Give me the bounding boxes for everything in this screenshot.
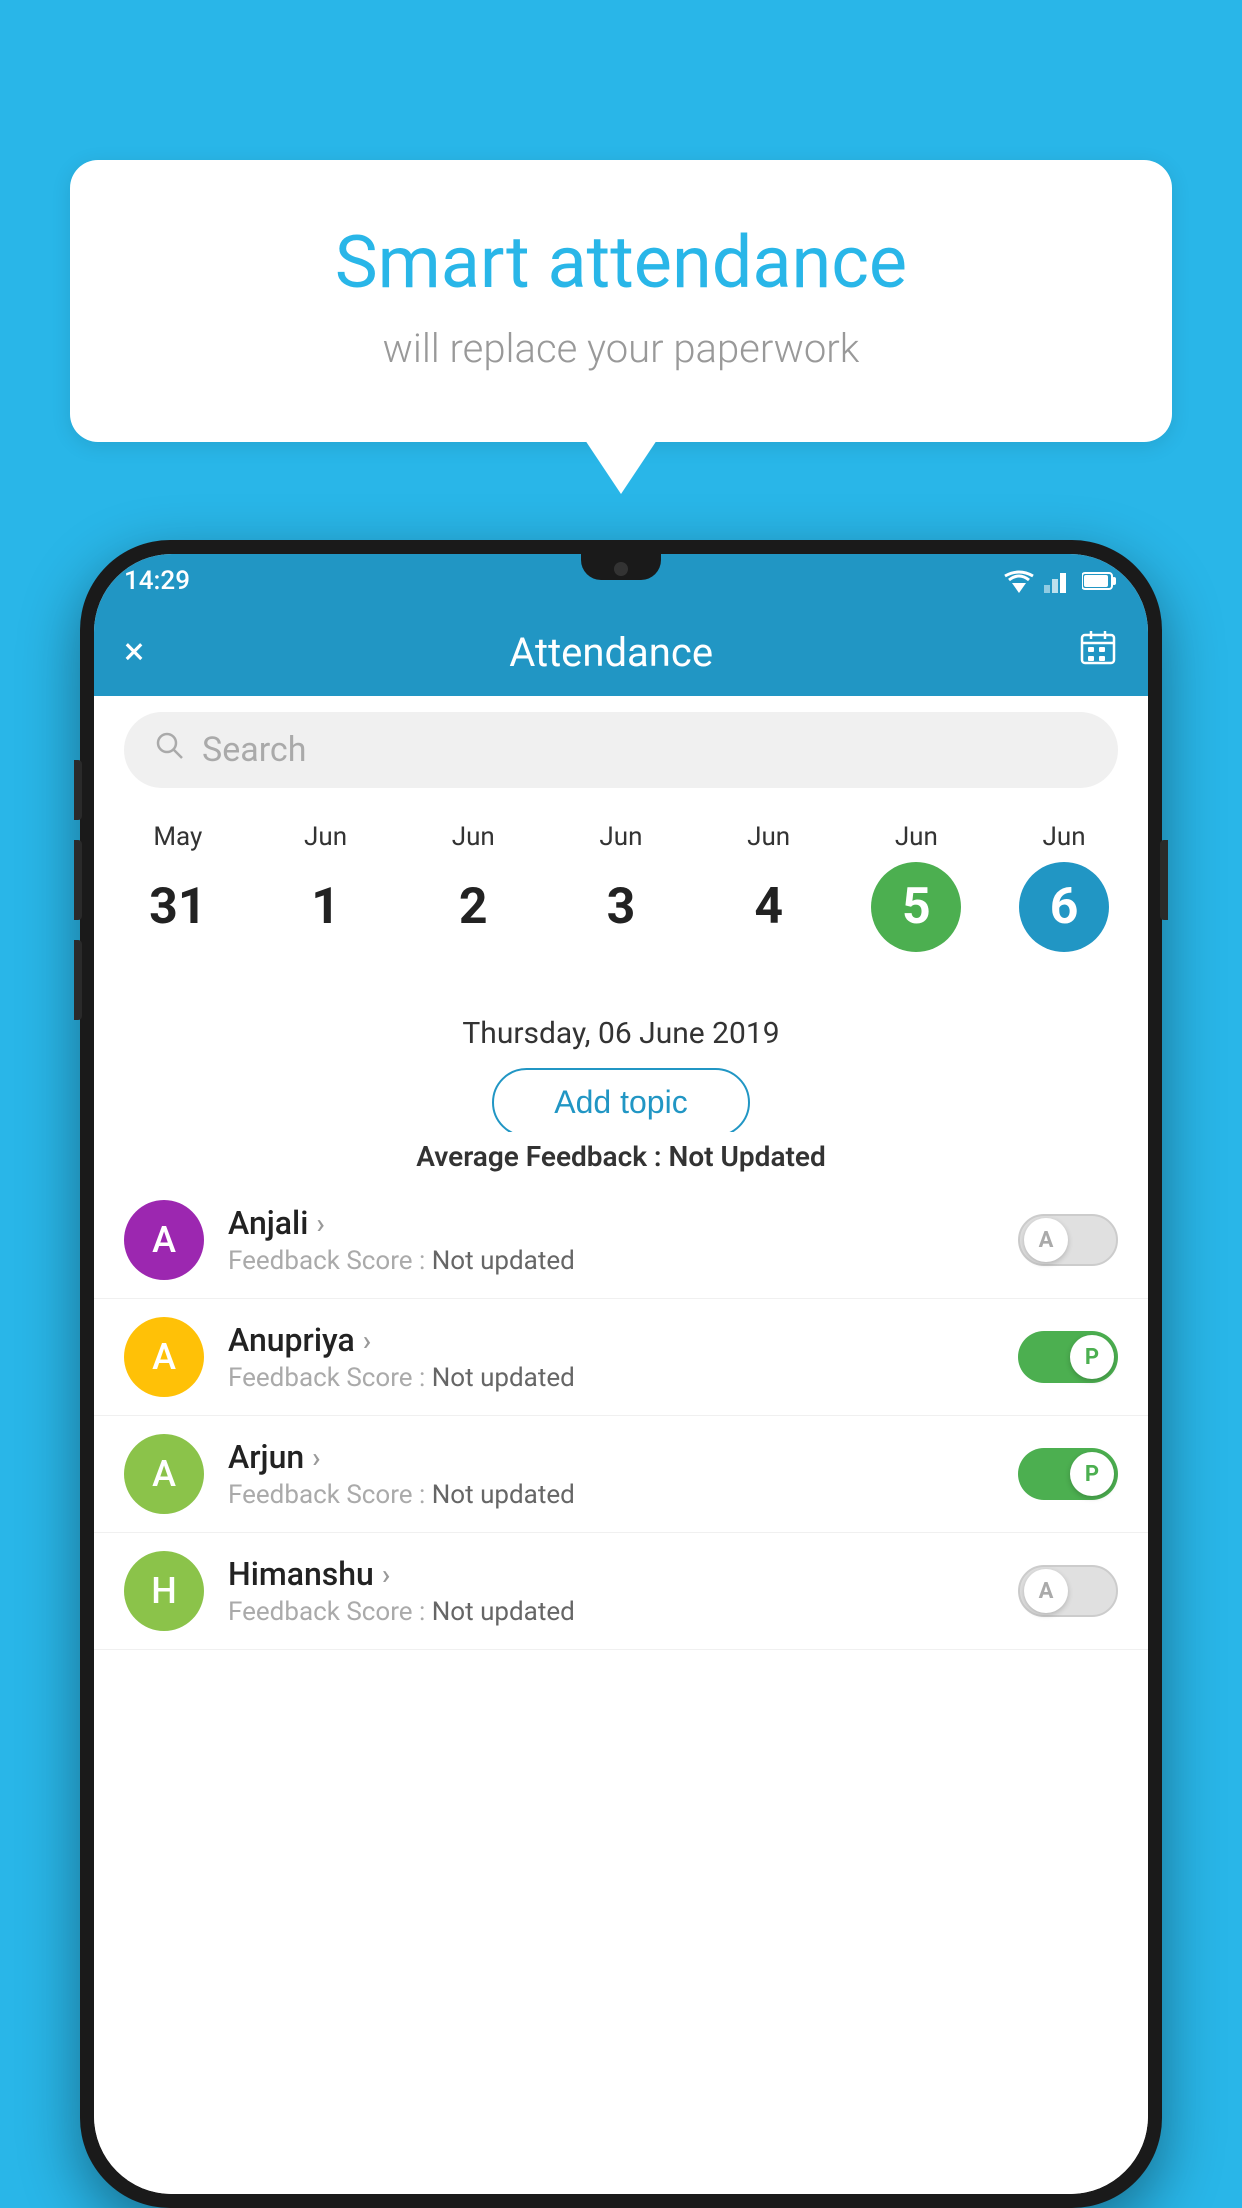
avatar: A [124, 1434, 204, 1514]
bubble-subtitle: will replace your paperwork [150, 325, 1092, 372]
feedback-value: Not updated [432, 1480, 575, 1510]
toggle-knob: P [1070, 1335, 1114, 1379]
calendar-day-1[interactable]: Jun 1 [281, 822, 371, 952]
student-item-0[interactable]: A Anjali › Feedback Score : Not updated A [94, 1182, 1148, 1299]
cal-month-label: Jun [747, 822, 790, 852]
calendar-day-2[interactable]: Jun 2 [428, 822, 518, 952]
bubble-title: Smart attendance [150, 220, 1092, 305]
cal-month-label: May [153, 822, 202, 852]
average-feedback: Average Feedback : Not Updated [94, 1132, 1148, 1187]
battery-icon [1082, 571, 1118, 591]
cal-date-number: 2 [428, 862, 518, 952]
cal-date-number: 6 [1019, 862, 1109, 952]
attendance-toggle[interactable]: P [1018, 1331, 1118, 1383]
attendance-toggle[interactable]: A [1018, 1214, 1118, 1266]
search-bar[interactable]: Search [124, 712, 1118, 788]
avatar: A [124, 1317, 204, 1397]
calendar-day-5[interactable]: Jun 5 [871, 822, 961, 952]
calendar-day-3[interactable]: Jun 3 [576, 822, 666, 952]
cal-month-label: Jun [452, 822, 495, 852]
calendar-day-4[interactable]: Jun 4 [724, 822, 814, 952]
avg-feedback-label: Average Feedback : [416, 1140, 661, 1173]
notch [581, 554, 661, 580]
student-feedback: Feedback Score : Not updated [228, 1246, 994, 1276]
calendar-button[interactable] [1078, 627, 1118, 677]
avg-feedback-value: Not Updated [669, 1140, 826, 1173]
toggle-knob: A [1024, 1569, 1068, 1613]
search-placeholder: Search [202, 730, 306, 770]
cal-date-number: 4 [724, 862, 814, 952]
toggle-knob: A [1024, 1218, 1068, 1262]
app-title: Attendance [509, 629, 713, 676]
cal-date-number: 5 [871, 862, 961, 952]
student-item-2[interactable]: A Arjun › Feedback Score : Not updated P [94, 1416, 1148, 1533]
search-icon [154, 730, 186, 770]
calendar-day-0[interactable]: May 31 [133, 822, 223, 952]
cal-date-number: 31 [133, 862, 223, 952]
feedback-value: Not updated [432, 1597, 575, 1627]
camera [614, 562, 628, 576]
volume-down-button [74, 840, 82, 920]
wifi-icon [1004, 569, 1034, 593]
student-info: Himanshu › Feedback Score : Not updated [228, 1555, 994, 1627]
student-feedback: Feedback Score : Not updated [228, 1363, 994, 1393]
chevron-right-icon: › [382, 1558, 390, 1591]
cal-date-number: 3 [576, 862, 666, 952]
status-icons [1004, 569, 1118, 593]
app-bar: × Attendance [94, 608, 1148, 696]
student-item-3[interactable]: H Himanshu › Feedback Score : Not updated A [94, 1533, 1148, 1650]
chevron-right-icon: › [363, 1324, 371, 1357]
chevron-right-icon: › [312, 1441, 320, 1474]
student-feedback: Feedback Score : Not updated [228, 1480, 994, 1510]
calendar-day-6[interactable]: Jun 6 [1019, 822, 1109, 952]
cal-date-number: 1 [281, 862, 371, 952]
student-item-1[interactable]: A Anupriya › Feedback Score : Not updated P [94, 1299, 1148, 1416]
close-button[interactable]: × [124, 630, 144, 674]
feedback-value: Not updated [432, 1363, 575, 1393]
cal-month-label: Jun [304, 822, 347, 852]
add-topic-button[interactable]: Add topic [492, 1068, 749, 1137]
avatar: H [124, 1551, 204, 1631]
selected-date-display: Thursday, 06 June 2019 [94, 1006, 1148, 1061]
speech-bubble-container: Smart attendance will replace your paper… [70, 160, 1172, 442]
volume-up-button [74, 760, 82, 820]
student-name: Arjun › [228, 1438, 994, 1476]
student-name: Himanshu › [228, 1555, 994, 1593]
phone-screen: 14:29 [94, 554, 1148, 2194]
toggle-knob: P [1070, 1452, 1114, 1496]
attendance-toggle[interactable]: A [1018, 1565, 1118, 1617]
silent-button [74, 940, 82, 1020]
search-container: Search [94, 696, 1148, 804]
student-info: Anjali › Feedback Score : Not updated [228, 1204, 994, 1276]
student-name: Anjali › [228, 1204, 994, 1242]
student-info: Arjun › Feedback Score : Not updated [228, 1438, 994, 1510]
student-name: Anupriya › [228, 1321, 994, 1359]
student-list: AAnjali ›Feedback Score : Not updatedAAA… [94, 1182, 1148, 2194]
calendar-strip: May 31 Jun 1 Jun 2 Jun 3 Jun 4 Jun 5 Jun 6 [94, 802, 1148, 972]
avatar: A [124, 1200, 204, 1280]
phone-frame: 14:29 [80, 540, 1162, 2208]
feedback-value: Not updated [432, 1246, 575, 1276]
cal-month-label: Jun [1043, 822, 1086, 852]
cal-month-label: Jun [895, 822, 938, 852]
attendance-toggle[interactable]: P [1018, 1448, 1118, 1500]
chevron-right-icon: › [316, 1207, 324, 1240]
signal-icon [1044, 569, 1072, 593]
status-time: 14:29 [124, 566, 190, 596]
student-feedback: Feedback Score : Not updated [228, 1597, 994, 1627]
speech-bubble: Smart attendance will replace your paper… [70, 160, 1172, 442]
student-info: Anupriya › Feedback Score : Not updated [228, 1321, 994, 1393]
power-button [1160, 840, 1168, 920]
cal-month-label: Jun [599, 822, 642, 852]
